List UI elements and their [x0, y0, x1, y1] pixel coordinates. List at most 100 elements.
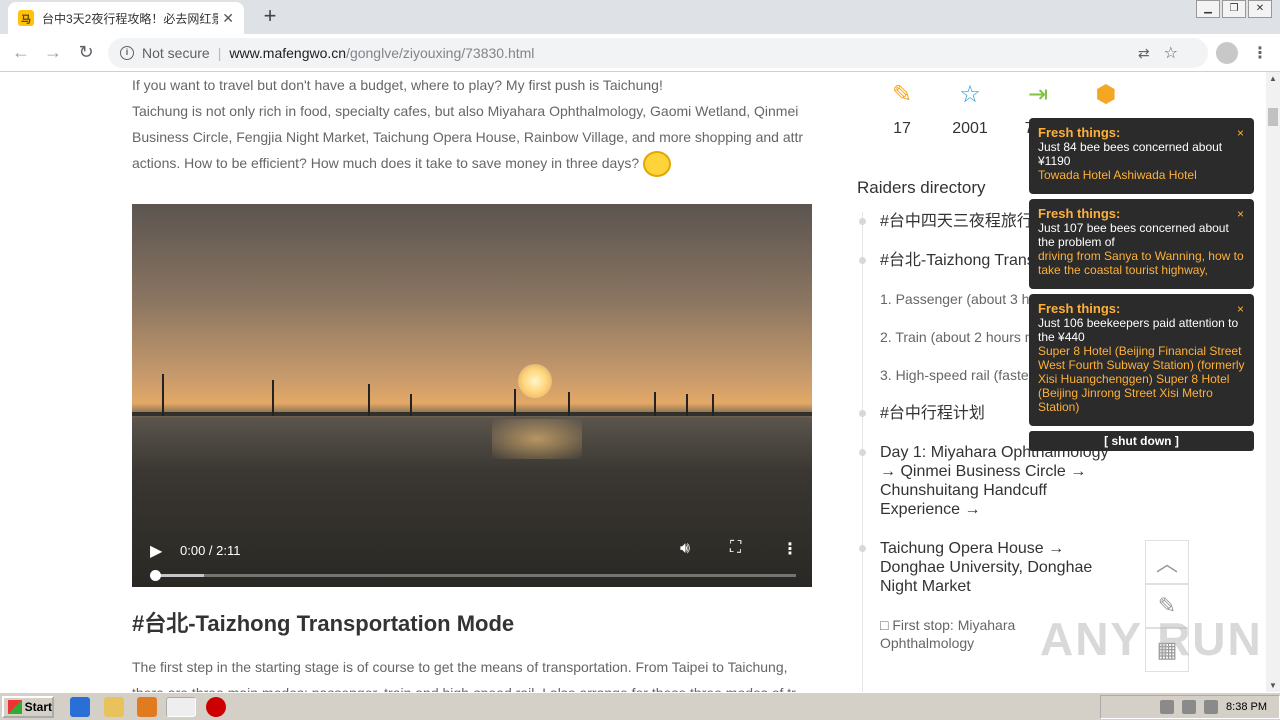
start-button[interactable]: Start — [2, 696, 54, 718]
back-button[interactable]: ← — [10, 42, 32, 63]
horizon — [132, 412, 812, 416]
security-app-icon[interactable] — [206, 697, 226, 717]
video-scrubber[interactable] — [150, 570, 161, 581]
wind-turbine — [568, 392, 570, 416]
explorer-icon[interactable] — [104, 697, 124, 717]
stat-value: 2001 — [952, 120, 988, 137]
site-favicon-icon: 马 — [18, 10, 34, 26]
popup-text: Just 106 beekeepers paid attention to th… — [1038, 316, 1239, 344]
more-options-icon[interactable]: ⋮ — [782, 539, 798, 559]
address-bar[interactable]: i Not secure | www.mafengwo.cn/gonglve/z… — [108, 38, 1208, 68]
notification-popup: Fresh things: × Just 84 bee bees concern… — [1029, 118, 1254, 194]
stat-comments[interactable]: ✎ 17 — [868, 80, 936, 138]
scroll-down-icon[interactable]: ▼ — [1269, 681, 1277, 690]
volume-icon[interactable]: 🔊︎ — [680, 540, 690, 558]
windows-logo-icon — [8, 700, 22, 714]
top-icon: ⬢ — [1095, 81, 1117, 108]
tray-flag-icon[interactable] — [1204, 700, 1219, 714]
scroll-top-icon[interactable]: ︿ — [1145, 540, 1189, 584]
forward-button[interactable]: → — [42, 42, 64, 63]
video-time: 0:00 / 2:11 — [180, 543, 241, 558]
tray-network-icon[interactable] — [1160, 700, 1175, 714]
tray-volume-icon[interactable] — [1182, 700, 1197, 714]
popup-close-icon[interactable]: × — [1237, 126, 1244, 140]
directory-item-label: #台中四天三夜程旅行 — [880, 213, 1033, 230]
popup-close-icon[interactable]: × — [1237, 302, 1244, 316]
scrollbar-thumb[interactable] — [1268, 108, 1278, 126]
web-page: If you want to travel but don't have a b… — [0, 72, 1266, 692]
ie-icon[interactable] — [70, 697, 90, 717]
toolbar-actions: ⇄ ☆ ⋮ — [1138, 42, 1268, 64]
new-tab-button[interactable]: + — [258, 5, 282, 29]
sun-reflection — [492, 419, 582, 459]
shutdown-button[interactable]: [ shut down ] — [1029, 431, 1254, 451]
article-intro: If you want to travel but don't have a b… — [132, 77, 663, 93]
directory-item-label: □ First stop: Miyahara Ophthalmology — [880, 617, 1016, 651]
wind-turbine — [514, 389, 516, 416]
wind-turbine — [686, 394, 688, 416]
wind-turbine — [162, 374, 164, 416]
info-icon[interactable]: i — [120, 46, 134, 60]
wind-turbine — [654, 392, 656, 416]
video-progress-bar[interactable] — [150, 570, 796, 581]
wind-turbine — [368, 384, 370, 416]
popup-text: Just 84 bee bees concerned about ¥1190 — [1038, 140, 1223, 168]
start-label: Start — [24, 700, 52, 714]
article: If you want to travel but don't have a b… — [132, 72, 812, 178]
directory-bullet — [859, 257, 866, 264]
notification-popup: Fresh things: × Just 107 bee bees concer… — [1029, 199, 1254, 289]
minimize-button[interactable]: ▁ — [1196, 0, 1220, 18]
bookmark-star-icon[interactable]: ☆ — [1164, 43, 1178, 63]
stat-favorites[interactable]: ☆ 2001 — [936, 80, 1004, 138]
popup-link[interactable]: driving from Sanya to Wanning, how to ta… — [1038, 249, 1245, 277]
translate-icon[interactable]: ⇄ — [1138, 45, 1150, 62]
popup-close-icon[interactable]: × — [1237, 207, 1244, 221]
window-controls: ▁ ❐ ✕ — [1196, 0, 1272, 18]
directory-bullet — [859, 449, 866, 456]
video-controls: ▶ 0:00 / 2:11 🔊︎ ⛶ ⋮ — [132, 527, 812, 587]
directory-item[interactable]: Day 1: Miyahara Ophthalmology → Qinmei B… — [859, 443, 1110, 519]
media-player-icon[interactable] — [137, 697, 157, 717]
system-tray: 8:38 PM — [1100, 695, 1280, 719]
chrome-menu-icon[interactable]: ⋮ — [1252, 43, 1268, 63]
url-path: /gonglve/ziyouxing/73830.html — [346, 45, 535, 61]
profile-avatar[interactable] — [1216, 42, 1238, 64]
directory-bullet — [859, 218, 866, 225]
fullscreen-icon[interactable]: ⛶ — [730, 539, 741, 557]
tab-title: 台中3天2夜行程攻略！必去网红景点 — [42, 11, 218, 26]
browser-tab[interactable]: 马 台中3天2夜行程攻略！必去网红景点 ✕ — [8, 2, 244, 34]
taskbar-clock: 8:38 PM — [1226, 701, 1267, 713]
directory-bullet — [859, 410, 866, 417]
popup-text: Just 107 bee bees concerned about the pr… — [1038, 221, 1229, 249]
play-icon[interactable]: ▶ — [150, 541, 162, 561]
sun-graphic — [518, 364, 552, 398]
restore-button[interactable]: ❐ — [1222, 0, 1246, 18]
star-icon: ☆ — [959, 81, 981, 108]
tab-close-icon[interactable]: ✕ — [222, 10, 234, 27]
chrome-taskbar-icon[interactable] — [166, 697, 196, 717]
video-player[interactable]: ▶ 0:00 / 2:11 🔊︎ ⛶ ⋮ — [132, 204, 812, 587]
url-host: www.mafengwo.cn — [229, 45, 347, 61]
popup-heading: Fresh things: — [1038, 125, 1121, 140]
directory-bullet — [859, 545, 866, 552]
directory-item-label: #台中行程计划 — [880, 405, 985, 422]
edit-icon: ✎ — [891, 81, 913, 108]
directory-item[interactable]: Taichung Opera House → Donghae Universit… — [859, 539, 1110, 596]
wind-turbine — [272, 380, 274, 416]
close-window-button[interactable]: ✕ — [1248, 0, 1272, 18]
wind-turbine — [410, 394, 412, 416]
article-paragraph-text: Taichung is not only rich in food, speci… — [132, 103, 804, 171]
watermark: ANY RUN — [1040, 613, 1263, 665]
directory-title: Raiders directory — [857, 178, 986, 197]
stat-value: 17 — [893, 120, 911, 137]
popup-heading: Fresh things: — [1038, 301, 1121, 316]
emoji-icon — [643, 151, 672, 178]
reload-button[interactable]: ↻ — [75, 42, 97, 63]
popup-link[interactable]: Super 8 Hotel (Beijing Financial Street … — [1038, 344, 1245, 414]
popup-link[interactable]: Towada Hotel Ashiwada Hotel — [1038, 168, 1245, 182]
windows-taskbar: Start 8:38 PM — [0, 692, 1280, 720]
browser-toolbar: ← → ↻ i Not secure | www.mafengwo.cn/gon… — [0, 34, 1280, 72]
scroll-up-icon[interactable]: ▲ — [1269, 74, 1277, 83]
popup-heading: Fresh things: — [1038, 206, 1121, 221]
page-scrollbar[interactable]: ▲ ▼ — [1266, 72, 1280, 692]
